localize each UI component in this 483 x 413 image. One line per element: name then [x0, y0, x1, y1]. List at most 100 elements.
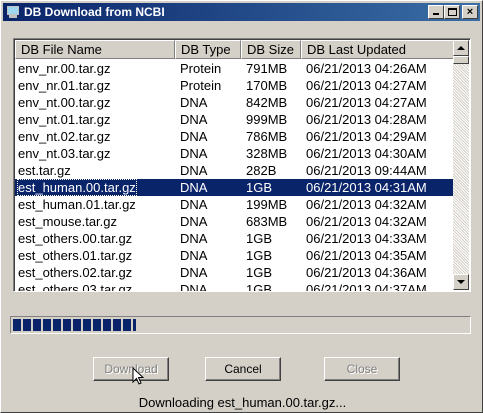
db-size-cell: 786MB: [246, 129, 288, 144]
download-progress-bar: [10, 316, 471, 334]
list-item[interactable]: est_human.01.tar.gz DNA 199MB 06/21/2013 04…: [15, 196, 454, 213]
file-name-cell: est_human.00.tar.gz: [17, 179, 137, 196]
last-updated-cell: 06/21/2013 04:27AM: [306, 78, 427, 93]
list-item[interactable]: env_nt.00.tar.gz DNA 842MB 06/21/2013 04:27…: [15, 94, 454, 111]
file-name-cell: env_nr.01.tar.gz: [18, 78, 111, 93]
scroll-up-button[interactable]: [453, 40, 469, 56]
file-name-cell: est_others.00.tar.gz: [18, 231, 133, 246]
list-item[interactable]: env_nt.01.tar.gz DNA 999MB 06/21/2013 04:28…: [15, 111, 454, 128]
db-type-cell: DNA: [180, 214, 208, 229]
db-type-cell: DNA: [180, 180, 208, 195]
last-updated-cell: 06/21/2013 04:36AM: [306, 265, 427, 280]
column-header-db-size[interactable]: DB Size: [241, 40, 301, 59]
file-name-cell: est_others.03.tar.gz: [18, 282, 133, 292]
last-updated-cell: 06/21/2013 04:27AM: [306, 95, 427, 110]
db-size-cell: 791MB: [246, 61, 288, 76]
close-window-button[interactable]: ×: [462, 5, 478, 19]
file-name-cell: env_nt.00.tar.gz: [18, 95, 111, 110]
db-type-cell: DNA: [180, 163, 208, 178]
last-updated-cell: 06/21/2013 04:33AM: [306, 231, 427, 246]
close-button[interactable]: Close: [324, 357, 400, 381]
db-size-cell: 1GB: [246, 282, 273, 292]
db-size-cell: 1GB: [246, 265, 273, 280]
list-item[interactable]: est_others.00.tar.gz DNA 1GB 06/21/2013 04:…: [15, 230, 454, 247]
list-item[interactable]: env_nt.03.tar.gz DNA 328MB 06/21/2013 04:30…: [15, 145, 454, 162]
minimize-button[interactable]: [428, 5, 444, 19]
column-header-file-name[interactable]: DB File Name: [15, 40, 175, 59]
last-updated-cell: 06/21/2013 04:28AM: [306, 112, 427, 127]
file-name-cell: est.tar.gz: [18, 163, 71, 178]
db-type-cell: DNA: [180, 282, 208, 292]
list-item[interactable]: env_nr.01.tar.gz Protein 170MB 06/21/2013 0…: [15, 77, 454, 94]
cancel-button[interactable]: Cancel: [205, 357, 281, 381]
scroll-down-button[interactable]: [453, 274, 469, 290]
monitor-icon: [6, 6, 20, 18]
maximize-icon: [448, 8, 457, 16]
maximize-button[interactable]: [444, 5, 460, 19]
column-header-db-type[interactable]: DB Type: [175, 40, 241, 59]
file-name-cell: env_nr.00.tar.gz: [18, 61, 111, 76]
last-updated-cell: 06/21/2013 04:29AM: [306, 129, 427, 144]
db-size-cell: 1GB: [246, 231, 273, 246]
download-button[interactable]: Download: [93, 357, 169, 381]
db-type-cell: DNA: [180, 95, 208, 110]
db-type-cell: DNA: [180, 231, 208, 246]
file-name-cell: est_human.01.tar.gz: [18, 197, 136, 212]
last-updated-cell: 06/21/2013 04:35AM: [306, 248, 427, 263]
db-file-list[interactable]: DB File Name DB Type DB Size DB Last Upd…: [13, 38, 471, 292]
db-size-cell: 842MB: [246, 95, 288, 110]
status-text: Downloading est_human.00.tar.gz...: [138, 395, 347, 410]
close-icon: ×: [466, 6, 474, 18]
scroll-thumb[interactable]: [453, 56, 469, 64]
db-size-cell: 999MB: [246, 112, 288, 127]
vertical-scrollbar[interactable]: [453, 40, 469, 290]
list-header: DB File Name DB Type DB Size DB Last Upd…: [15, 40, 454, 59]
file-name-cell: env_nt.02.tar.gz: [18, 129, 111, 144]
list-rows: env_nr.00.tar.gz Protein 791MB 06/21/2013 0…: [15, 60, 454, 292]
db-size-cell: 683MB: [246, 214, 288, 229]
arrow-up-icon: [457, 46, 465, 50]
db-type-cell: DNA: [180, 129, 208, 144]
db-size-cell: 1GB: [246, 180, 273, 195]
db-size-cell: 1GB: [246, 248, 273, 263]
db-size-cell: 199MB: [246, 197, 288, 212]
db-type-cell: DNA: [180, 265, 208, 280]
list-item[interactable]: est_others.03.tar.gz DNA 1GB 06/21/2013 04:…: [15, 281, 454, 292]
list-item[interactable]: est_mouse.tar.gz DNA 683MB 06/21/2013 04:32…: [15, 213, 454, 230]
db-type-cell: DNA: [180, 197, 208, 212]
list-item[interactable]: env_nr.00.tar.gz Protein 791MB 06/21/2013 0…: [15, 60, 454, 77]
minimize-icon: [433, 13, 439, 15]
db-size-cell: 170MB: [246, 78, 288, 93]
db-type-cell: Protein: [180, 61, 222, 76]
list-item[interactable]: est_human.00.tar.gz DNA 1GB 06/21/2013 04:3…: [15, 179, 454, 196]
arrow-down-icon: [457, 280, 465, 284]
list-item[interactable]: env_nt.02.tar.gz DNA 786MB 06/21/2013 04:29…: [15, 128, 454, 145]
last-updated-cell: 06/21/2013 04:32AM: [306, 214, 427, 229]
db-size-cell: 328MB: [246, 146, 288, 161]
db-type-cell: DNA: [180, 112, 208, 127]
db-size-cell: 282B: [246, 163, 277, 178]
file-name-cell: est_others.02.tar.gz: [18, 265, 133, 280]
window-title: DB Download from NCBI: [24, 5, 165, 19]
file-name-cell: est_others.01.tar.gz: [18, 248, 133, 263]
last-updated-cell: 06/21/2013 09:44AM: [306, 163, 427, 178]
last-updated-cell: 06/21/2013 04:32AM: [306, 197, 427, 212]
list-item[interactable]: est_others.01.tar.gz DNA 1GB 06/21/2013 04:…: [15, 247, 454, 264]
last-updated-cell: 06/21/2013 04:26AM: [306, 61, 427, 76]
progress-fill: [13, 319, 136, 331]
column-header-last-updated[interactable]: DB Last Updated: [301, 40, 454, 59]
last-updated-cell: 06/21/2013 04:31AM: [306, 180, 427, 195]
file-name-cell: est_mouse.tar.gz: [18, 214, 117, 229]
db-type-cell: Protein: [180, 78, 222, 93]
mouse-pointer-icon: [132, 367, 144, 385]
file-name-cell: env_nt.03.tar.gz: [18, 146, 111, 161]
list-item[interactable]: est_others.02.tar.gz DNA 1GB 06/21/2013 04:…: [15, 264, 454, 281]
db-type-cell: DNA: [180, 248, 208, 263]
file-name-cell: env_nt.01.tar.gz: [18, 112, 111, 127]
db-download-window: DB Download from NCBI × DB File Name DB …: [0, 0, 483, 413]
db-type-cell: DNA: [180, 146, 208, 161]
last-updated-cell: 06/21/2013 04:30AM: [306, 146, 427, 161]
title-bar[interactable]: DB Download from NCBI ×: [3, 3, 480, 21]
list-item[interactable]: est.tar.gz DNA 282B 06/21/2013 09:44AM: [15, 162, 454, 179]
last-updated-cell: 06/21/2013 04:37AM: [306, 282, 427, 292]
